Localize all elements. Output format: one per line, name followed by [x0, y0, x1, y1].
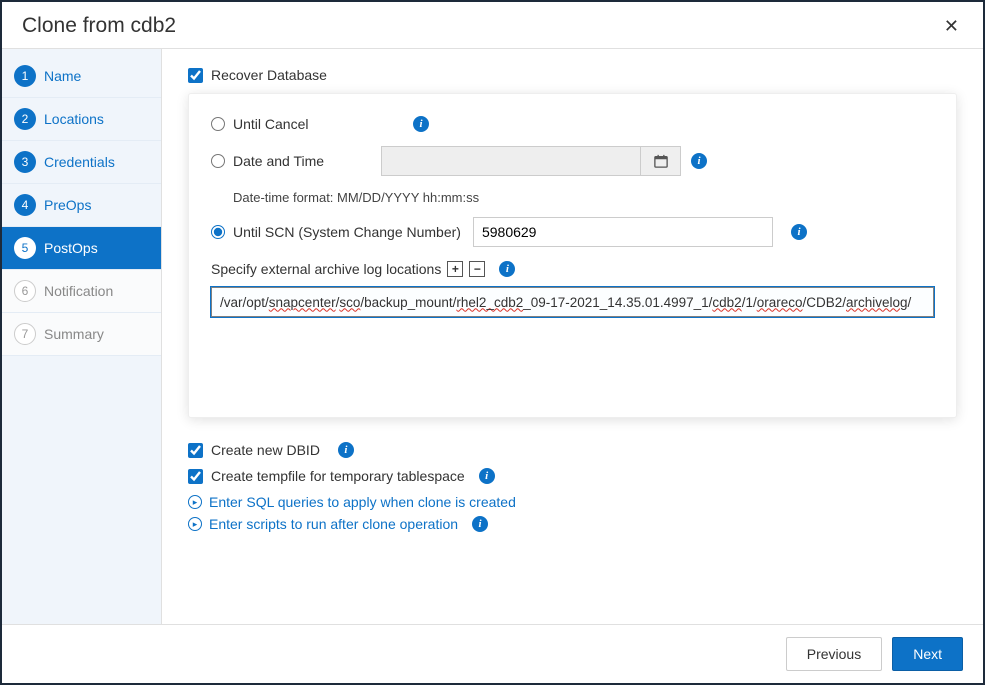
nav-step-number: 4 — [14, 194, 36, 216]
nav-step-label: Name — [44, 68, 81, 84]
info-icon[interactable]: i — [691, 153, 707, 169]
nav-step-number: 6 — [14, 280, 36, 302]
remove-location-button[interactable]: − — [469, 261, 485, 277]
add-location-button[interactable]: + — [447, 261, 463, 277]
scripts-label: Enter scripts to run after clone operati… — [209, 516, 458, 532]
nav-step-number: 3 — [14, 151, 36, 173]
nav-step-number: 5 — [14, 237, 36, 259]
modal-header: Clone from cdb2 ✕ — [2, 2, 983, 49]
sql-queries-expander[interactable]: ▸ Enter SQL queries to apply when clone … — [188, 494, 957, 510]
date-time-row: Date and Time i — [211, 146, 934, 176]
nav-step-number: 2 — [14, 108, 36, 130]
archive-locations-label: Specify external archive log locations — [211, 261, 441, 277]
info-icon[interactable]: i — [413, 116, 429, 132]
nav-step-number: 1 — [14, 65, 36, 87]
create-tempfile-checkbox[interactable] — [188, 469, 203, 484]
until-cancel-label: Until Cancel — [233, 116, 403, 132]
scripts-expander[interactable]: ▸ Enter scripts to run after clone opera… — [188, 516, 957, 532]
chevron-right-icon: ▸ — [188, 517, 202, 531]
nav-step-label: PostOps — [44, 240, 98, 256]
scn-input[interactable] — [473, 217, 773, 247]
create-dbid-label: Create new DBID — [211, 442, 320, 458]
content-panel: Recover Database Until Cancel i Date and… — [162, 49, 983, 624]
recover-database-checkbox[interactable] — [188, 68, 203, 83]
nav-item-name[interactable]: 1 Name — [2, 55, 161, 98]
sql-queries-label: Enter SQL queries to apply when clone is… — [209, 494, 516, 510]
recover-database-label: Recover Database — [211, 67, 327, 83]
until-scn-label: Until SCN (System Change Number) — [233, 224, 461, 240]
modal-body: 1 Name 2 Locations 3 Credentials 4 PreOp… — [2, 49, 983, 624]
nav-step-label: Credentials — [44, 154, 115, 170]
previous-button[interactable]: Previous — [786, 637, 882, 671]
info-icon[interactable]: i — [791, 224, 807, 240]
calendar-icon — [654, 154, 668, 168]
archive-path-input[interactable]: /var/opt/snapcenter/sco/backup_mount/rhe… — [211, 287, 934, 317]
create-tempfile-row: Create tempfile for temporary tablespace… — [188, 468, 957, 484]
info-icon[interactable]: i — [338, 442, 354, 458]
date-time-field[interactable] — [381, 146, 641, 176]
until-scn-row: Until SCN (System Change Number) i — [211, 217, 934, 247]
next-button[interactable]: Next — [892, 637, 963, 671]
nav-item-locations[interactable]: 2 Locations — [2, 98, 161, 141]
create-dbid-checkbox[interactable] — [188, 443, 203, 458]
recover-database-row: Recover Database — [188, 67, 957, 83]
date-time-format-hint: Date-time format: MM/DD/YYYY hh:mm:ss — [233, 190, 934, 205]
date-time-label: Date and Time — [233, 153, 381, 169]
create-tempfile-label: Create tempfile for temporary tablespace — [211, 468, 465, 484]
calendar-button[interactable] — [641, 146, 681, 176]
info-icon[interactable]: i — [479, 468, 495, 484]
nav-step-label: Summary — [44, 326, 104, 342]
info-icon[interactable]: i — [472, 516, 488, 532]
archive-locations-row: Specify external archive log locations +… — [211, 261, 934, 277]
chevron-right-icon: ▸ — [188, 495, 202, 509]
until-cancel-row: Until Cancel i — [211, 116, 934, 132]
nav-step-number: 7 — [14, 323, 36, 345]
modal-footer: Previous Next — [2, 624, 983, 683]
until-cancel-radio[interactable] — [211, 117, 225, 131]
nav-item-credentials[interactable]: 3 Credentials — [2, 141, 161, 184]
nav-step-label: PreOps — [44, 197, 91, 213]
modal-title: Clone from cdb2 — [22, 14, 176, 38]
until-scn-radio[interactable] — [211, 225, 225, 239]
create-dbid-row: Create new DBID i — [188, 442, 957, 458]
recover-options-card: Until Cancel i Date and Time i Date-time… — [188, 93, 957, 418]
nav-step-label: Notification — [44, 283, 113, 299]
nav-item-summary: 7 Summary — [2, 313, 161, 356]
date-time-radio[interactable] — [211, 154, 225, 168]
nav-step-label: Locations — [44, 111, 104, 127]
close-button[interactable]: ✕ — [940, 16, 963, 37]
nav-item-notification: 6 Notification — [2, 270, 161, 313]
nav-item-preops[interactable]: 4 PreOps — [2, 184, 161, 227]
wizard-nav: 1 Name 2 Locations 3 Credentials 4 PreOp… — [2, 49, 162, 624]
nav-item-postops[interactable]: 5 PostOps — [2, 227, 161, 270]
clone-wizard-modal: Clone from cdb2 ✕ 1 Name 2 Locations 3 C… — [2, 2, 983, 683]
info-icon[interactable]: i — [499, 261, 515, 277]
date-time-input-group — [381, 146, 681, 176]
